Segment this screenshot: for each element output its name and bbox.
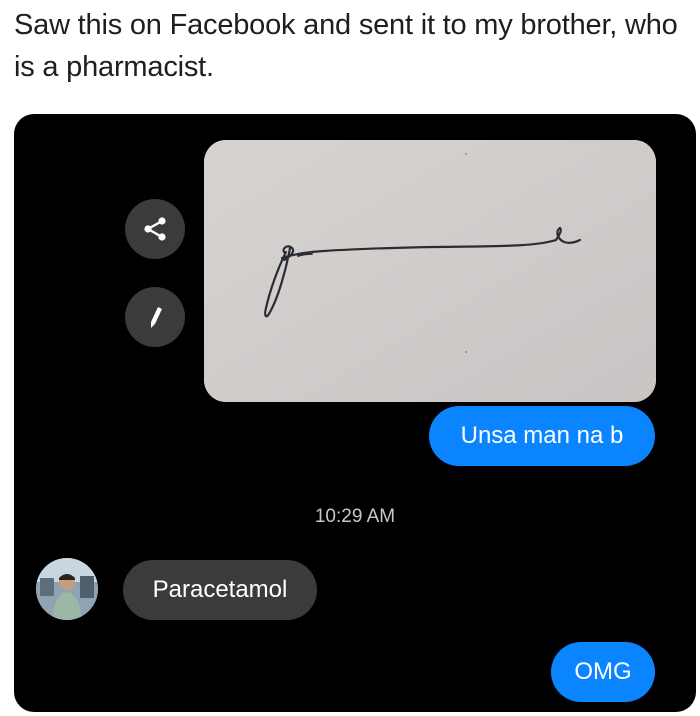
avatar[interactable] xyxy=(36,558,98,620)
message-text: OMG xyxy=(574,658,632,685)
share-button[interactable] xyxy=(125,199,185,259)
message-text: Paracetamol xyxy=(152,576,288,603)
share-icon xyxy=(144,217,166,241)
post-caption: Saw this on Facebook and sent it to my b… xyxy=(14,9,678,83)
info-button[interactable] xyxy=(125,287,185,347)
sent-message-bubble[interactable]: Unsa man na b xyxy=(429,406,655,466)
sent-message-bubble[interactable]: OMG xyxy=(551,642,655,702)
avatar-photo xyxy=(36,558,98,620)
chat-screenshot: Unsa man na b 10:29 AM Paracetamol OMG xyxy=(14,114,696,712)
prescription-photo[interactable] xyxy=(204,140,656,402)
pencil-icon xyxy=(151,307,162,328)
message-text: Unsa man na b xyxy=(460,422,624,449)
received-message-bubble[interactable]: Paracetamol xyxy=(123,560,317,620)
message-timestamp: 10:29 AM xyxy=(314,506,396,527)
scribble-signature xyxy=(204,140,656,402)
